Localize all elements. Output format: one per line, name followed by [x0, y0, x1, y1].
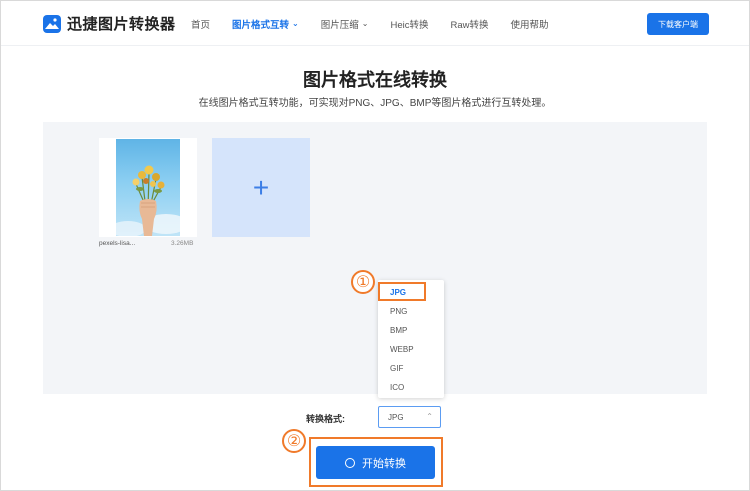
format-select-value: JPG: [388, 412, 404, 422]
page-title: 图片格式在线转换: [303, 70, 447, 90]
chevron-up-icon: ⌃: [426, 412, 433, 421]
nav-item-home[interactable]: 首页: [191, 1, 210, 46]
add-image-button[interactable]: +: [212, 138, 310, 237]
loading-ring-icon: [345, 457, 355, 468]
format-option-bmp[interactable]: BMP: [378, 321, 444, 340]
image-logo-icon: [43, 14, 61, 33]
format-option-ico[interactable]: ICO: [378, 378, 444, 397]
format-option-webp[interactable]: WEBP: [378, 340, 444, 359]
start-convert-label: 开始转换: [362, 457, 406, 470]
chevron-down-icon: ⌄: [361, 19, 369, 28]
chevron-down-icon: ⌄: [292, 19, 299, 28]
logo[interactable]: 迅捷图片转换器: [43, 13, 176, 34]
step1-number-badge: ①: [351, 270, 375, 294]
nav-item-compress[interactable]: 图片压缩 ⌄: [321, 1, 369, 46]
file-name-label: pexels-lisa...: [99, 240, 136, 247]
nav-item-format-convert[interactable]: 图片格式互转 ⌄: [232, 1, 299, 46]
format-label: 转换格式:: [306, 414, 345, 424]
format-option-png[interactable]: PNG: [378, 302, 444, 321]
logo-text: 迅捷图片转换器: [67, 16, 176, 33]
nav-item-raw[interactable]: Raw转换: [450, 1, 488, 46]
nav-label: 图片压缩: [320, 19, 359, 31]
file-size-label: 3.26MB: [171, 240, 194, 247]
nav-item-help[interactable]: 使用帮助: [510, 1, 548, 46]
nav-label: Raw转换: [450, 19, 489, 31]
nav-label: 使用帮助: [510, 19, 549, 31]
nav-label: 图片格式互转: [232, 19, 290, 31]
upload-work-area: pexels-lisa... 3.26MB +: [43, 122, 707, 394]
nav-label: 首页: [191, 19, 211, 31]
page-subtitle: 在线图片格式互转功能，可实现对PNG、JPG、BMP等图片格式进行互转处理。: [198, 98, 552, 109]
flower-photo-thumbnail: [116, 139, 180, 236]
plus-icon: +: [252, 171, 270, 203]
nav-item-heic[interactable]: Heic转换: [390, 1, 428, 46]
format-option-gif[interactable]: GIF: [378, 359, 444, 378]
start-convert-button[interactable]: 开始转换: [316, 446, 435, 479]
top-header: 迅捷图片转换器 首页 图片格式互转 ⌄ 图片压缩 ⌄ Heic转换 Raw转换 …: [1, 1, 749, 46]
step2-number-badge: ②: [282, 429, 306, 453]
format-dropdown-menu: JPG PNG BMP WEBP GIF ICO: [378, 280, 444, 398]
format-select[interactable]: JPG ⌃: [378, 406, 441, 428]
main-nav: 首页 图片格式互转 ⌄ 图片压缩 ⌄ Heic转换 Raw转换 使用帮助: [191, 1, 571, 46]
format-option-jpg[interactable]: JPG: [378, 283, 444, 302]
download-client-button[interactable]: 下载客户端: [647, 13, 709, 35]
nav-label: Heic转换: [390, 19, 429, 31]
file-thumbnail-card[interactable]: [99, 138, 197, 237]
